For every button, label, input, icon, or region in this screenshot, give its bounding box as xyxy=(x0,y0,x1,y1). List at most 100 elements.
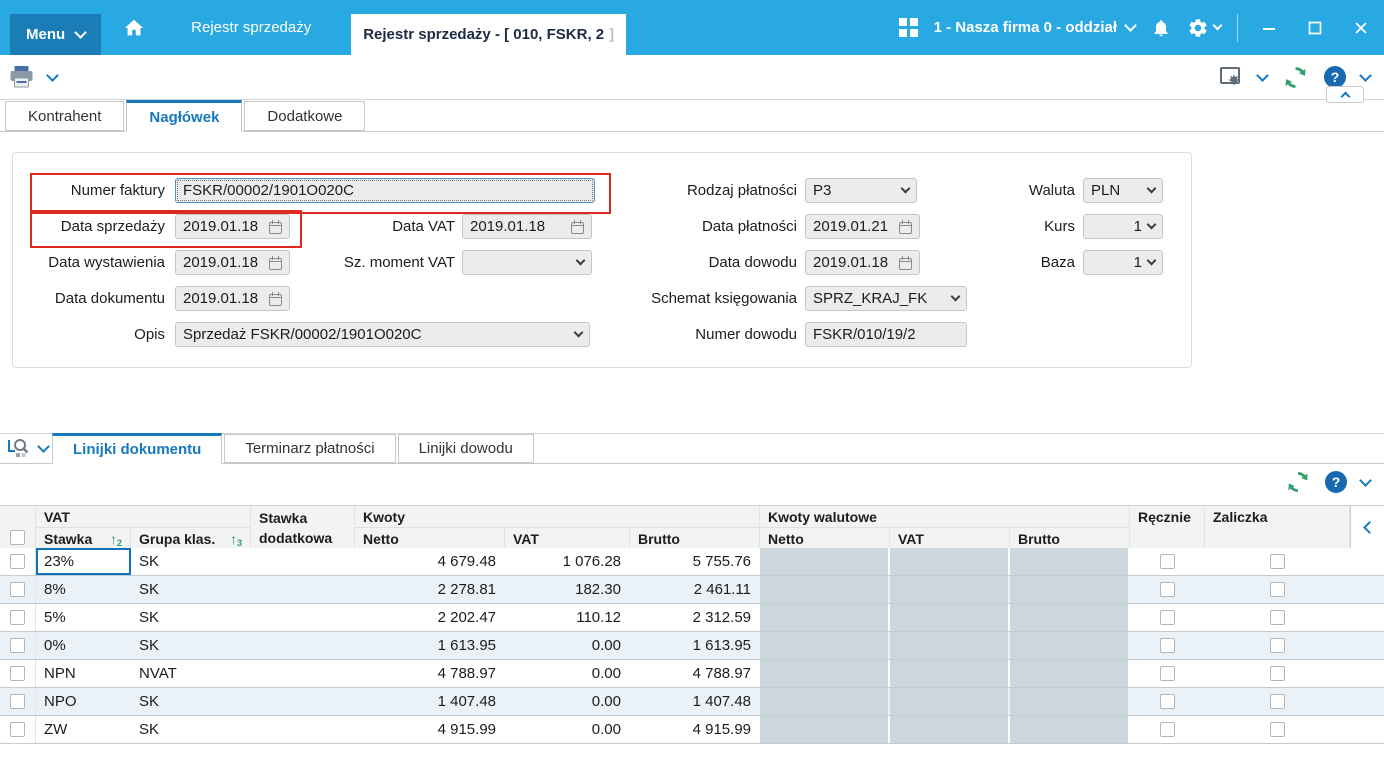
cell-zaliczka[interactable] xyxy=(1205,688,1350,715)
calendar-icon[interactable] xyxy=(899,255,912,270)
row-select-cell[interactable] xyxy=(0,604,36,631)
cell-recznie[interactable] xyxy=(1130,688,1205,715)
waluta-select[interactable]: PLN xyxy=(1083,178,1163,203)
print-options-chevron-icon[interactable] xyxy=(46,68,59,82)
cell-netto[interactable]: 2 278.81 xyxy=(355,576,505,603)
row-select-cell[interactable] xyxy=(0,576,36,603)
minimize-button[interactable] xyxy=(1254,13,1284,43)
row-checkbox[interactable] xyxy=(10,610,25,625)
calendar-icon[interactable] xyxy=(571,219,584,234)
cell-grupa-klas[interactable]: SK xyxy=(131,604,251,631)
col-vat[interactable]: VAT xyxy=(505,528,630,549)
cell-stawka-dodatkowa[interactable] xyxy=(251,716,355,743)
window-settings-icon[interactable] xyxy=(1219,66,1243,88)
cell-stawka-dodatkowa[interactable] xyxy=(251,576,355,603)
zaliczka-checkbox[interactable] xyxy=(1270,610,1285,625)
row-select-cell[interactable] xyxy=(0,688,36,715)
schemat-ksiegowania-select[interactable]: SPRZ_KRAJ_FK xyxy=(805,286,967,311)
row-select-cell[interactable] xyxy=(0,660,36,687)
cell-vat[interactable]: 0.00 xyxy=(505,660,630,687)
cell-netto[interactable]: 1 613.95 xyxy=(355,632,505,659)
zaliczka-checkbox[interactable] xyxy=(1270,722,1285,737)
baza-select[interactable]: 1 xyxy=(1083,250,1163,275)
row-checkbox[interactable] xyxy=(10,582,25,597)
settings-menu[interactable] xyxy=(1187,17,1223,39)
cell-zaliczka[interactable] xyxy=(1205,632,1350,659)
recznie-checkbox[interactable] xyxy=(1160,722,1175,737)
cell-netto[interactable]: 4 915.99 xyxy=(355,716,505,743)
apps-grid-icon[interactable] xyxy=(898,18,918,37)
row-select-cell[interactable] xyxy=(0,716,36,743)
row-checkbox[interactable] xyxy=(10,722,25,737)
cell-zaliczka[interactable] xyxy=(1205,576,1350,603)
col-netto[interactable]: Netto xyxy=(355,528,505,549)
recznie-checkbox[interactable] xyxy=(1160,694,1175,709)
cell-netto[interactable]: 1 407.48 xyxy=(355,688,505,715)
recznie-checkbox[interactable] xyxy=(1160,554,1175,569)
col-zaliczka[interactable]: Zaliczka xyxy=(1205,506,1350,549)
tab-dodatkowe[interactable]: Dodatkowe xyxy=(244,101,366,131)
cell-stawka[interactable]: 8% xyxy=(36,576,131,603)
cell-recznie[interactable] xyxy=(1130,604,1205,631)
cell-netto[interactable]: 2 202.47 xyxy=(355,604,505,631)
col-group-kwoty-walutowe[interactable]: Kwoty walutowe xyxy=(760,506,1130,528)
zaliczka-checkbox[interactable] xyxy=(1270,554,1285,569)
row-checkbox[interactable] xyxy=(10,638,25,653)
cell-brutto[interactable]: 1 613.95 xyxy=(630,632,760,659)
cell-netto[interactable]: 4 788.97 xyxy=(355,660,505,687)
cell-stawka-dodatkowa[interactable] xyxy=(251,688,355,715)
data-dowodu-input[interactable]: 2019.01.18 xyxy=(805,250,920,275)
cell-stawka-dodatkowa[interactable] xyxy=(251,660,355,687)
cell-vat[interactable]: 0.00 xyxy=(505,716,630,743)
cell-stawka[interactable]: 5% xyxy=(36,604,131,631)
cell-vat[interactable]: 0.00 xyxy=(505,688,630,715)
cell-brutto[interactable]: 5 755.76 xyxy=(630,548,760,575)
zaliczka-checkbox[interactable] xyxy=(1270,694,1285,709)
cell-brutto[interactable]: 2 461.11 xyxy=(630,576,760,603)
col-grupa-klas[interactable]: Grupa klas. ↑ 3 xyxy=(131,528,251,549)
zaliczka-checkbox[interactable] xyxy=(1270,582,1285,597)
numer-dowodu-input[interactable]: FSKR/010/19/2 xyxy=(805,322,967,347)
cell-grupa-klas[interactable]: SK xyxy=(131,548,251,575)
row-select-cell[interactable] xyxy=(0,632,36,659)
table-row[interactable]: ZW SK 4 915.99 0.00 4 915.99 xyxy=(0,716,1384,744)
cell-stawka[interactable]: NPO xyxy=(36,688,131,715)
cell-brutto[interactable]: 2 312.59 xyxy=(630,604,760,631)
cell-stawka[interactable]: 0% xyxy=(36,632,131,659)
calendar-icon[interactable] xyxy=(269,291,282,306)
help-icon[interactable]: ? xyxy=(1324,66,1346,88)
cell-stawka[interactable]: 23% xyxy=(36,548,131,575)
table-row[interactable]: 23% SK 4 679.48 1 076.28 5 755.76 xyxy=(0,548,1384,576)
col-group-vat[interactable]: VAT xyxy=(36,506,251,528)
cell-zaliczka[interactable] xyxy=(1205,548,1350,575)
cell-zaliczka[interactable] xyxy=(1205,660,1350,687)
table-row[interactable]: 0% SK 1 613.95 0.00 1 613.95 xyxy=(0,632,1384,660)
collapse-panel-up-button[interactable] xyxy=(1326,86,1364,103)
sz-moment-vat-select[interactable] xyxy=(462,250,592,275)
cell-vat[interactable]: 182.30 xyxy=(505,576,630,603)
rodzaj-platnosci-select[interactable]: P3 xyxy=(805,178,917,203)
cell-grupa-klas[interactable]: SK xyxy=(131,716,251,743)
data-dokumentu-input[interactable]: 2019.01.18 xyxy=(175,286,290,311)
cell-stawka-dodatkowa[interactable] xyxy=(251,632,355,659)
zaliczka-checkbox[interactable] xyxy=(1270,666,1285,681)
home-button[interactable] xyxy=(123,17,145,39)
row-checkbox[interactable] xyxy=(10,554,25,569)
cell-recznie[interactable] xyxy=(1130,632,1205,659)
bell-icon[interactable] xyxy=(1151,17,1171,39)
data-platnosci-input[interactable]: 2019.01.21 xyxy=(805,214,920,239)
cell-stawka-dodatkowa[interactable] xyxy=(251,604,355,631)
tab-linijki-dokumentu[interactable]: Linijki dokumentu xyxy=(52,433,223,464)
cell-grupa-klas[interactable]: SK xyxy=(131,576,251,603)
cell-brutto[interactable]: 4 788.97 xyxy=(630,660,760,687)
refresh-icon[interactable] xyxy=(1282,64,1309,91)
col-group-kwoty[interactable]: Kwoty xyxy=(355,506,760,528)
recznie-checkbox[interactable] xyxy=(1160,582,1175,597)
close-button[interactable] xyxy=(1346,13,1376,43)
data-sprzedazy-input[interactable]: 2019.01.18 xyxy=(175,214,290,239)
select-all-cell[interactable] xyxy=(0,506,36,549)
refresh-icon[interactable] xyxy=(1285,469,1311,495)
collapse-side-panel-handle[interactable] xyxy=(1350,506,1384,549)
cell-recznie[interactable] xyxy=(1130,548,1205,575)
row-checkbox[interactable] xyxy=(10,694,25,709)
